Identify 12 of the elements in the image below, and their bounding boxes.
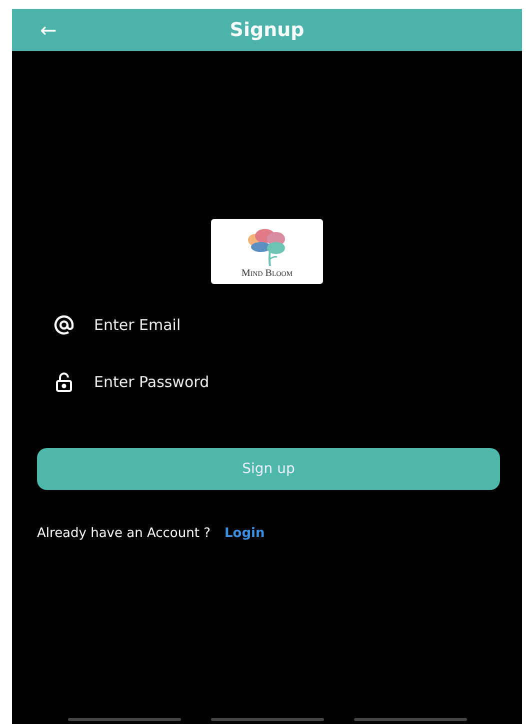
email-field[interactable]: Enter Email [94,316,334,334]
back-button[interactable]: ← [36,20,61,40]
login-link[interactable]: Login [224,526,265,541]
signup-button[interactable]: Sign up [37,448,500,490]
nav-bar[interactable] [68,718,180,721]
nav-bar[interactable] [210,718,324,721]
logo-text: Mind Bloom [241,268,293,279]
at-sign-icon [52,313,76,337]
password-field[interactable]: Enter Password [94,373,334,391]
login-prompt: Already have an Account ? [37,526,210,541]
nav-bar[interactable] [354,718,466,721]
screen-title: Signup [230,19,304,41]
